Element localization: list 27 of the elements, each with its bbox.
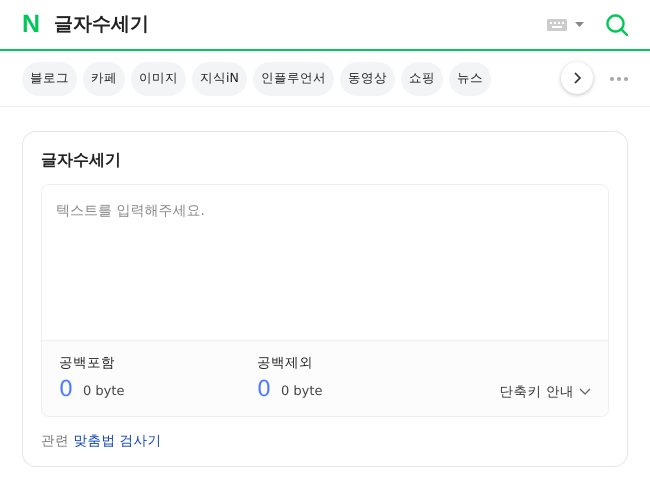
page-title: 글자수세기 (54, 12, 150, 38)
byte-count: 0 byte (83, 382, 124, 401)
spell-checker-link[interactable]: 맞춤법 검사기 (73, 433, 162, 449)
category-tab[interactable]: 쇼핑 (400, 62, 443, 96)
category-tab[interactable]: 인플루언서 (252, 62, 334, 96)
more-icon[interactable] (610, 76, 628, 80)
char-count: 0 (59, 379, 73, 402)
category-tab[interactable]: 블로그 (22, 62, 77, 96)
next-button[interactable] (561, 62, 593, 94)
stat-label: 공백제외 (257, 354, 314, 373)
shortcut-guide-button[interactable]: 단축키 안내 (500, 382, 591, 402)
stat-label: 공백포함 (59, 354, 116, 373)
text-input-field[interactable]: 텍스트를 입력해주세요. (41, 184, 609, 340)
caret-icon[interactable] (575, 22, 584, 27)
category-tab[interactable]: 뉴스 (448, 62, 491, 96)
category-tab[interactable]: 지식iN (192, 62, 247, 96)
category-tab[interactable]: 이미지 (131, 62, 186, 96)
category-tab[interactable]: 카페 (83, 62, 125, 96)
related-label: 관련 (41, 433, 69, 449)
chevron-right-icon (573, 72, 581, 84)
search-icon[interactable] (606, 14, 628, 36)
byte-count: 0 byte (281, 382, 322, 401)
chevron-down-icon (579, 388, 591, 396)
category-tab[interactable]: 동영상 (340, 62, 395, 96)
card-title: 글자수세기 (41, 149, 122, 171)
char-count: 0 (257, 379, 271, 402)
keyboard-icon[interactable] (547, 18, 567, 30)
